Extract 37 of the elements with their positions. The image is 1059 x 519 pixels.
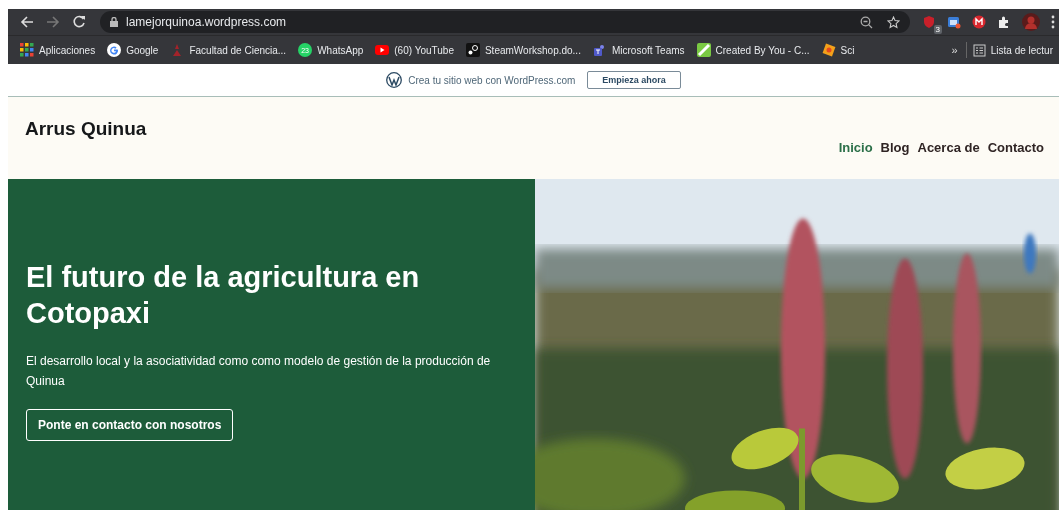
square-icon — [696, 43, 711, 57]
contact-button[interactable]: Ponte en contacto con nosotros — [26, 409, 234, 441]
back-icon[interactable] — [20, 15, 34, 29]
bookmark[interactable]: Created By You - C... — [690, 43, 816, 57]
wordpress-icon — [386, 72, 403, 88]
badge: 3 — [933, 25, 942, 34]
nav-link[interactable]: Contacto — [987, 140, 1044, 155]
hero-text: El desarrollo local y la asociatividad como como modelo de gestión de la producción de Quinua — [26, 353, 492, 390]
forward-icon[interactable] — [46, 15, 60, 29]
list-icon — [972, 43, 986, 57]
bookmark[interactable]: Sci — [815, 43, 861, 57]
hero-title: El futuro de la agricultura en Cotopaxi — [26, 260, 421, 331]
nav-link[interactable]: Inicio — [838, 140, 873, 155]
bookmark[interactable]: Microsoft Teams — [586, 43, 691, 57]
puzzle-icon[interactable] — [997, 15, 1011, 29]
bookmark[interactable]: Aplicaciones — [14, 43, 102, 57]
url-text: lamejorquinoa.wordpress.com — [126, 15, 287, 29]
bookmark[interactable]: Facultad de Ciencia... — [164, 43, 293, 57]
start-button[interactable]: Empieza ahora — [587, 71, 681, 89]
lock-icon[interactable] — [110, 17, 118, 27]
menu-icon[interactable] — [1051, 15, 1055, 29]
star-icon[interactable] — [887, 15, 900, 29]
google-icon — [107, 43, 122, 57]
site-title[interactable]: Arrus Quinua — [25, 97, 147, 179]
zoom-out-icon[interactable] — [860, 15, 873, 29]
address-bar[interactable]: lamejorquinoa.wordpress.com — [100, 11, 910, 33]
play-icon — [375, 43, 390, 57]
apps-grid-icon — [20, 43, 34, 57]
bookmark[interactable]: SteamWorkshop.do... — [459, 43, 587, 57]
bookmark[interactable]: Google — [101, 43, 165, 57]
bookmark[interactable]: (60) YouTube — [369, 43, 460, 57]
reading-list-button[interactable]: Lista de lectur — [966, 43, 1059, 57]
wordpress-link[interactable]: Crea tu sitio web con WordPress.com — [408, 74, 576, 86]
nav-link[interactable]: Acerca de — [917, 140, 980, 155]
overflow-button[interactable]: » — [943, 44, 966, 56]
nav-link[interactable]: Blog — [880, 140, 910, 155]
reload-icon[interactable] — [72, 15, 86, 29]
